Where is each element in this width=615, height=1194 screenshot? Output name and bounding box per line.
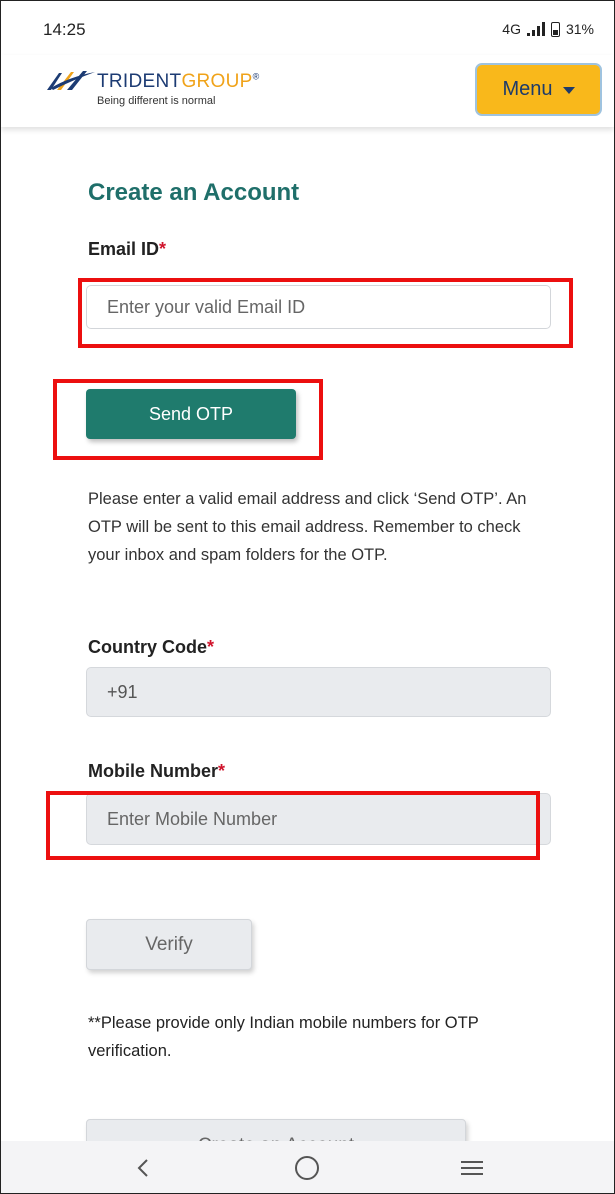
logo-wordmark: TRIDENTGROUP® bbox=[97, 71, 260, 93]
email-label: Email ID* bbox=[88, 239, 166, 260]
email-label-text: Email ID bbox=[88, 239, 160, 259]
trident-logo[interactable]: TRIDENTGROUP® Being different is normal bbox=[45, 67, 275, 113]
status-indicators: 4G 31% bbox=[502, 21, 594, 37]
required-mark: * bbox=[207, 637, 215, 657]
country-code-label: Country Code* bbox=[88, 637, 214, 658]
menu-label: Menu bbox=[502, 78, 553, 100]
email-help-text: Please enter a valid email address and c… bbox=[88, 490, 527, 564]
recent-apps-icon bbox=[460, 1161, 483, 1175]
send-otp-button[interactable]: Send OTP bbox=[86, 389, 296, 439]
system-nav-bar bbox=[1, 1141, 614, 1193]
mobile-number-input[interactable] bbox=[86, 793, 551, 845]
home-icon bbox=[295, 1156, 320, 1180]
mobile-label-text: Mobile Number bbox=[88, 761, 219, 781]
country-code-label-text: Country Code bbox=[88, 637, 207, 657]
logo-name-trident: TRIDENT bbox=[97, 71, 182, 92]
recent-apps-button[interactable] bbox=[442, 1148, 502, 1188]
network-type: 4G bbox=[502, 21, 521, 37]
verify-button[interactable]: Verify bbox=[86, 919, 252, 970]
signal-icon bbox=[526, 22, 545, 36]
email-input[interactable] bbox=[86, 285, 551, 329]
battery-level: 31% bbox=[565, 21, 594, 37]
home-button[interactable] bbox=[277, 1148, 337, 1188]
status-bar: 14:25 4G 31% bbox=[1, 1, 614, 55]
required-mark: * bbox=[159, 239, 167, 259]
logo-tagline: Being different is normal bbox=[97, 95, 216, 107]
phone-screen: 14:25 4G 31% TRIDENTGROUP® Being differe… bbox=[0, 0, 615, 1194]
back-icon bbox=[137, 1159, 148, 1177]
status-time: 14:25 bbox=[43, 20, 86, 39]
back-button[interactable] bbox=[113, 1148, 173, 1188]
logo-mark-icon bbox=[47, 71, 95, 90]
menu-button[interactable]: Menu bbox=[475, 63, 602, 116]
required-mark: * bbox=[218, 761, 226, 781]
logo-name-group: GROUP bbox=[181, 71, 253, 92]
indian-number-note: **Please provide only Indian mobile numb… bbox=[88, 1014, 479, 1060]
caret-down-icon bbox=[562, 87, 575, 94]
logo-registered-mark: ® bbox=[252, 71, 260, 82]
country-code-field bbox=[86, 667, 551, 717]
app-header: TRIDENTGROUP® Being different is normal … bbox=[1, 55, 614, 127]
page-title: Create an Account bbox=[88, 179, 300, 206]
battery-icon bbox=[550, 21, 560, 37]
mobile-label: Mobile Number* bbox=[88, 761, 225, 782]
